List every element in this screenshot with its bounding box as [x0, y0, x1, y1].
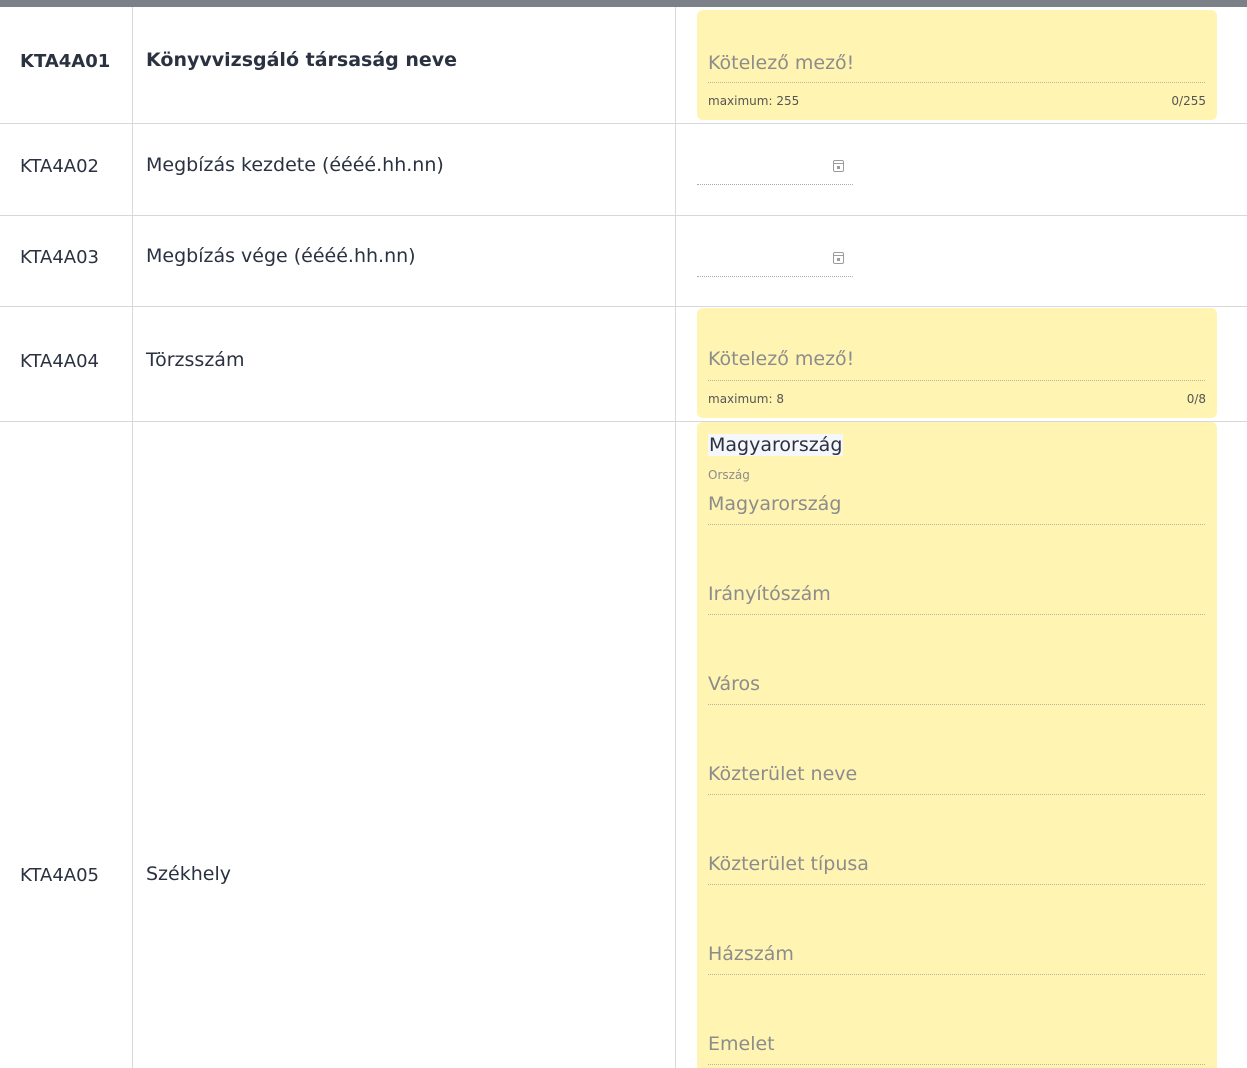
house-number-input[interactable]: Házszám [708, 940, 1205, 975]
table-row: KTA4A02 Megbízás kezdete (éééé.hh.nn) [0, 124, 1247, 216]
company-name-input[interactable]: Kötelező mező! [708, 50, 1205, 83]
city-input[interactable]: Város [708, 670, 1205, 705]
registry-number-input[interactable]: Kötelező mező! [708, 342, 1205, 381]
address-field-box: Magyarország Ország Magyarország Irányít… [697, 422, 1217, 1068]
end-date-input[interactable] [697, 244, 853, 277]
table-row: KTA4A04 Törzsszám Kötelező mező! maximum… [0, 307, 1247, 422]
row-code: KTA4A04 [20, 351, 99, 372]
top-bar [0, 0, 1247, 7]
row-code: KTA4A01 [20, 51, 111, 72]
street-type-input[interactable]: Közterület típusa [708, 850, 1205, 885]
postal-code-input[interactable]: Irányítószám [708, 580, 1205, 615]
row-label: Megbízás kezdete (éééé.hh.nn) [146, 154, 444, 176]
table-row: KTA4A05 Székhely Magyarország Ország Mag… [0, 422, 1247, 1068]
column-divider [675, 7, 676, 1068]
column-divider [132, 7, 133, 1068]
row-label: Megbízás vége (éééé.hh.nn) [146, 245, 416, 267]
country-placeholder: Magyarország [708, 493, 842, 515]
char-counter: 0/8 [1186, 392, 1206, 406]
calendar-icon[interactable] [833, 252, 844, 264]
table-row: KTA4A01 Könyvvizsgáló társaság neve Köte… [0, 7, 1247, 124]
row-label: Székhely [146, 863, 231, 885]
required-placeholder: Kötelező mező! [708, 52, 855, 74]
floor-placeholder: Emelet [708, 1033, 775, 1055]
row-label: Törzsszám [146, 349, 245, 371]
city-placeholder: Város [708, 673, 761, 695]
country-label: Ország [708, 468, 750, 482]
company-name-field-box: Kötelező mező! maximum: 255 0/255 [697, 10, 1217, 120]
start-date-input[interactable] [697, 152, 853, 185]
postal-code-placeholder: Irányítószám [708, 583, 831, 605]
calendar-icon[interactable] [833, 160, 844, 172]
street-type-placeholder: Közterület típusa [708, 853, 869, 875]
table-row: KTA4A03 Megbízás vége (éééé.hh.nn) [0, 216, 1247, 307]
max-length-label: maximum: 8 [708, 392, 784, 406]
house-number-placeholder: Házszám [708, 943, 794, 965]
required-placeholder: Kötelező mező! [708, 348, 855, 370]
row-code: KTA4A03 [20, 247, 99, 268]
country-select[interactable]: Magyarország [708, 490, 1205, 525]
row-code: KTA4A02 [20, 156, 99, 177]
row-label: Könyvvizsgáló társaság neve [146, 49, 458, 71]
floor-input[interactable]: Emelet [708, 1030, 1205, 1065]
street-name-placeholder: Közterület neve [708, 763, 858, 785]
street-name-input[interactable]: Közterület neve [708, 760, 1205, 795]
registry-number-field-box: Kötelező mező! maximum: 8 0/8 [697, 308, 1217, 418]
row-code: KTA4A05 [20, 865, 99, 886]
max-length-label: maximum: 255 [708, 94, 800, 108]
char-counter: 0/255 [1171, 94, 1206, 108]
country-selected-value[interactable]: Magyarország [708, 434, 844, 456]
